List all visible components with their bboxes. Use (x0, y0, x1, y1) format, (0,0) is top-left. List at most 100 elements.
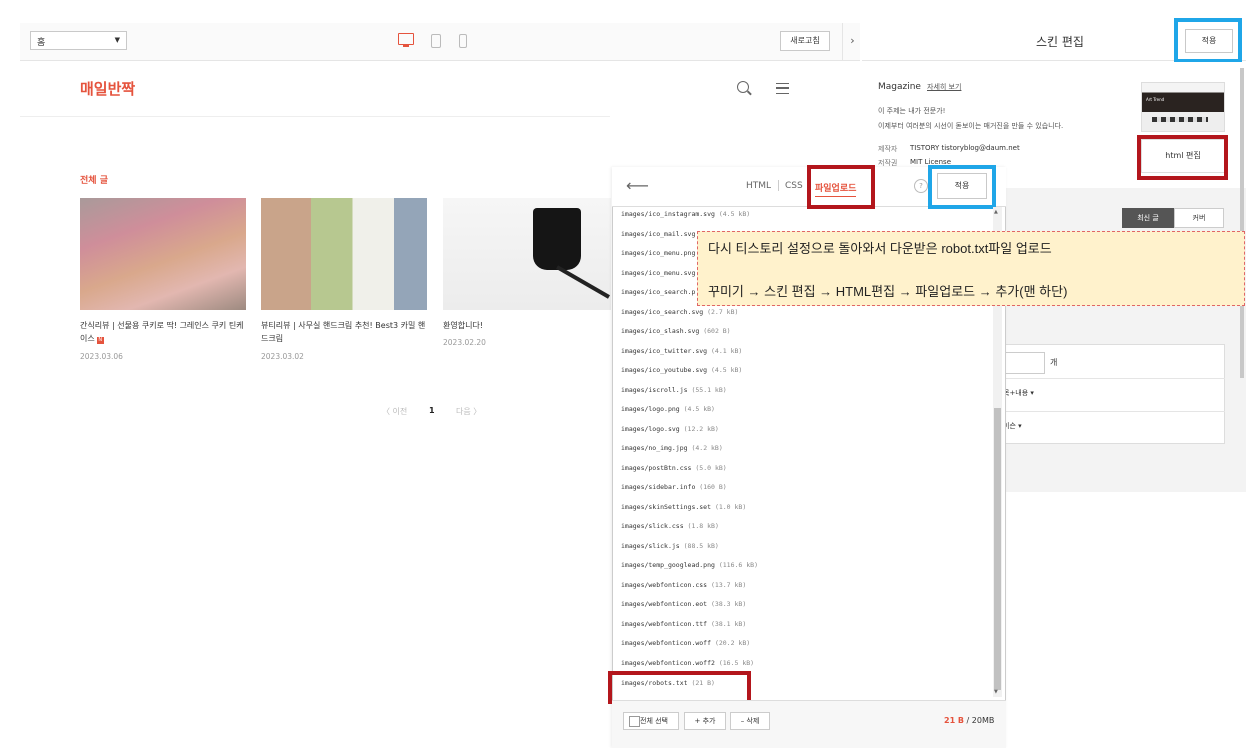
display-option-select[interactable]: 목+내용 ▾ (1003, 388, 1034, 398)
file-row[interactable]: images/iscroll.js (55.1 kB) (621, 386, 727, 394)
file-row[interactable]: images/ico_instagram.svg (4.5 kB) (621, 210, 750, 218)
page-select[interactable]: 홈 ▼ (30, 31, 127, 50)
collapse-panel-icon[interactable]: › (842, 23, 862, 61)
file-size: (160 B) (699, 483, 727, 491)
file-name: images/ico_search.p (621, 288, 696, 296)
new-badge: N (96, 337, 104, 344)
file-name: images/sidebar.info (621, 483, 696, 491)
file-name: images/iscroll.js (621, 386, 688, 394)
file-row[interactable]: images/ico_search.svg (2.7 kB) (621, 308, 738, 316)
scroll-up-icon[interactable]: ▲ (994, 209, 998, 215)
file-row[interactable]: images/temp_googlead.png (116.6 kB) (621, 561, 758, 569)
file-size: (602 B) (703, 327, 731, 335)
select-all-checkbox[interactable]: 전체 선택 (623, 712, 679, 730)
file-name: images/ico_youtube.svg (621, 366, 708, 374)
blog-logo[interactable]: 매일반짝 (80, 78, 135, 99)
file-name: images/no_img.jpg (621, 444, 688, 452)
tab-cover[interactable]: 커버 (1174, 208, 1224, 228)
file-size: (1.8 kB) (687, 522, 719, 530)
post-date: 2023.02.20 (443, 338, 486, 347)
skin-panel-title: 스킨 편집 (1036, 35, 1084, 49)
scrollbar-thumb[interactable] (994, 408, 1001, 690)
file-name: images/webfonticon.css (621, 581, 708, 589)
file-size: (12.2 kB) (683, 425, 719, 433)
annotation-line: 다시 티스토리 설정으로 돌아와서 다운받은 robot.txt파일 업로드 (708, 241, 1052, 256)
file-row[interactable]: images/slick.js (88.5 kB) (621, 542, 719, 550)
file-row[interactable]: images/webfonticon.woff (20.2 kB) (621, 639, 750, 647)
thumbnail-text: Art Trend (1146, 97, 1165, 102)
file-name: images/logo.svg (621, 425, 680, 433)
file-name: images/postBtn.css (621, 464, 692, 472)
pagination-next[interactable]: 다음 〉 (456, 406, 481, 417)
help-icon[interactable]: ? (914, 179, 928, 193)
file-size: (5.0 kB) (695, 464, 727, 472)
skin-name: Magazine (878, 82, 921, 92)
refresh-button[interactable]: 새로고침 (780, 31, 830, 51)
post-title[interactable]: 환영합니다! (443, 319, 609, 332)
file-row[interactable]: images/webfonticon.css (13.7 kB) (621, 581, 746, 589)
file-row[interactable]: images/ico_youtube.svg (4.5 kB) (621, 366, 742, 374)
tab-separator (778, 180, 779, 191)
desktop-view-icon[interactable] (398, 33, 414, 47)
file-row[interactable]: images/webfonticon.woff2 (16.5 kB) (621, 659, 754, 667)
coffee-cup-graphic (533, 208, 581, 270)
post-thumbnail-hand-cream[interactable] (261, 198, 427, 310)
pen-graphic (556, 265, 610, 299)
scroll-down-icon[interactable]: ▼ (994, 689, 998, 695)
tab-html[interactable]: HTML (746, 181, 771, 191)
file-name: images/ico_search.svg (621, 308, 704, 316)
file-size: (4.5 kB) (711, 366, 743, 374)
file-name: images/ico_twitter.svg (621, 347, 708, 355)
thumbnail-graphic (1152, 117, 1208, 122)
file-row[interactable]: images/webfonticon.eot (38.3 kB) (621, 600, 746, 608)
divider (1000, 411, 1225, 412)
skin-description: 이 주제는 내가 전문가! (878, 107, 946, 115)
file-name: images/slick.js (621, 542, 680, 550)
mobile-view-icon[interactable] (459, 34, 467, 48)
file-row[interactable]: images/ico_search.p (621, 288, 695, 296)
divider (1000, 378, 1225, 379)
pagination-prev[interactable]: 〈 이전 (382, 406, 407, 417)
file-row[interactable]: images/sidebar.info (160 B) (621, 483, 727, 491)
scrollbar[interactable] (1240, 68, 1244, 378)
maker-label: 제작자 (878, 145, 898, 153)
tab-css[interactable]: CSS (785, 181, 803, 191)
file-row[interactable]: images/ico_twitter.svg (4.1 kB) (621, 347, 742, 355)
post-thumbnail-cookie-tin[interactable] (80, 198, 246, 310)
search-icon[interactable] (737, 81, 749, 93)
file-row[interactable]: images/slick.css (1.8 kB) (621, 522, 719, 530)
file-row[interactable]: images/postBtn.css (5.0 kB) (621, 464, 727, 472)
file-size: (4.1 kB) (711, 347, 743, 355)
add-file-button[interactable]: + 추가 (684, 712, 726, 730)
file-row[interactable]: images/ico_menu.svg (621, 269, 695, 277)
file-row[interactable]: images/webfonticon.ttf (38.1 kB) (621, 620, 746, 628)
delete-file-button[interactable]: – 삭제 (730, 712, 770, 730)
file-size: (13.7 kB) (711, 581, 747, 589)
menu-icon[interactable] (776, 83, 789, 94)
file-name: images/webfonticon.woff2 (621, 659, 715, 667)
file-row[interactable]: images/ico_menu.png (621, 249, 695, 257)
file-name: images/ico_menu.png (621, 249, 696, 257)
file-row[interactable]: images/logo.svg (12.2 kB) (621, 425, 719, 433)
post-thumbnail-coffee[interactable] (443, 198, 611, 310)
tab-recent-posts[interactable]: 최신 글 (1122, 208, 1174, 228)
file-row[interactable]: images/logo.png (4.5 kB) (621, 405, 715, 413)
post-title[interactable]: 간식리뷰 | 선물용 쿠키로 딱! 그레인스 쿠키 틴케이스 N (80, 319, 246, 345)
file-row[interactable]: images/ico_slash.svg (602 B) (621, 327, 731, 335)
file-row[interactable]: images/skinSettings.set (1.0 kB) (621, 503, 746, 511)
file-name: images/slick.css (621, 522, 684, 530)
post-count-input[interactable] (1003, 352, 1045, 374)
tablet-view-icon[interactable] (431, 34, 441, 48)
maker-value: TISTORY tistoryblog@daum.net (910, 144, 1020, 152)
back-arrow-icon[interactable]: ⟵ (626, 176, 649, 195)
pagination-current[interactable]: 1 (429, 406, 435, 415)
file-size: (38.1 kB) (711, 620, 747, 628)
file-size: (116.6 kB) (718, 561, 758, 569)
file-row[interactable]: images/no_img.jpg (4.2 kB) (621, 444, 723, 452)
file-name: images/ico_menu.svg (621, 269, 696, 277)
skin-detail-link[interactable]: 자세히 보기 (927, 82, 961, 92)
post-title[interactable]: 뷰티리뷰 | 사무실 핸드크림 추천! Best3 카밀 핸드크림 (261, 319, 427, 345)
file-size: (38.3 kB) (711, 600, 747, 608)
file-row[interactable]: images/ico_mail.svg (621, 230, 695, 238)
file-size: (88.5 kB) (683, 542, 719, 550)
